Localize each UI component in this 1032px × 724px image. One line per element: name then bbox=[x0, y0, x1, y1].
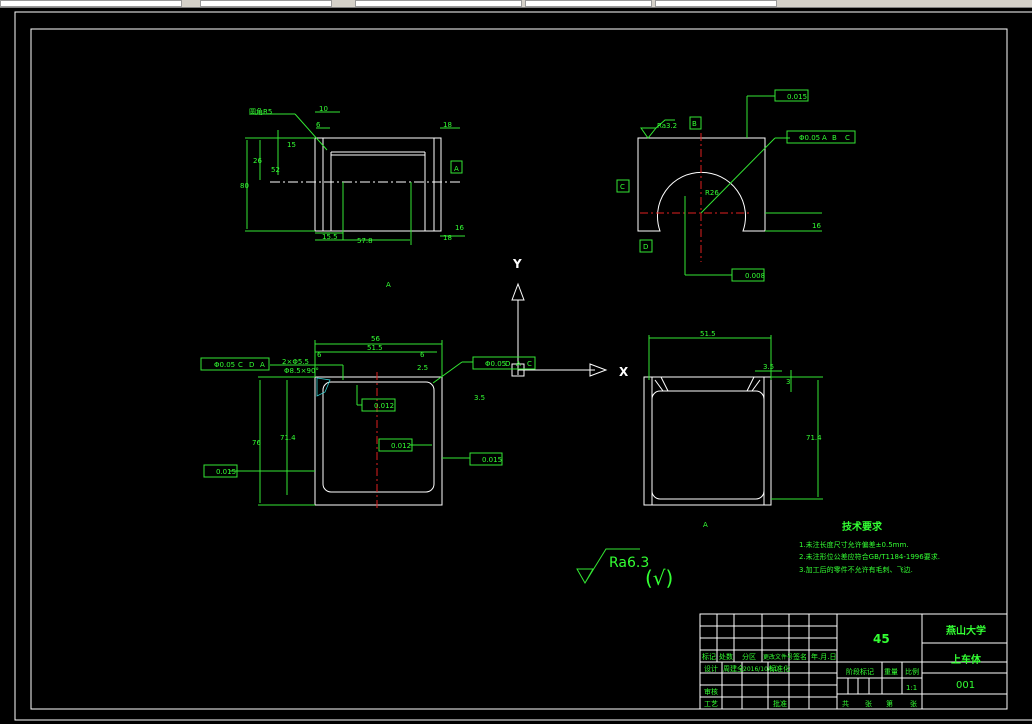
position-tolerance: Φ0.05 bbox=[214, 361, 235, 369]
title-block-cell: 标准化 bbox=[769, 664, 790, 673]
datum-ref: A bbox=[516, 360, 521, 368]
title-block: 标记 处数 分区 更改文件号 签名 年.月.日 设计 周建全 2016/10/1… bbox=[699, 613, 1008, 710]
hole-callout: 2×Φ5.5 bbox=[282, 358, 309, 366]
dim-label: 71.4 bbox=[806, 434, 822, 442]
scale-value: 1:1 bbox=[906, 684, 917, 692]
roughness-value: Ra6.3 bbox=[609, 555, 649, 571]
datum-label: D bbox=[643, 243, 648, 251]
title-block-cell: 年.月.日 bbox=[811, 652, 836, 661]
dim-label: 6 bbox=[420, 351, 425, 359]
flatness-tolerance: 0.015 bbox=[482, 456, 502, 464]
datum-ref: A bbox=[260, 361, 265, 369]
dim-label: 10 bbox=[319, 105, 328, 113]
circularity-tolerance: 0.008 bbox=[745, 272, 765, 280]
dim-label: 3.5 bbox=[474, 394, 485, 402]
view-label: A bbox=[703, 521, 708, 529]
tech-requirements: 技术要求 1.未注长度尺寸允许偏差±0.5mm. 2.未注形位公差应符合GB/T… bbox=[799, 520, 940, 574]
y-axis-label: Y bbox=[512, 257, 522, 271]
datum-ref: D bbox=[505, 360, 510, 368]
rear-view: 51.5 3.5 3 71.4 A bbox=[643, 330, 823, 529]
radius-label: R26 bbox=[705, 189, 719, 197]
title-block-cell: 批准 bbox=[773, 699, 787, 708]
title-block-cell: 阶段标记 bbox=[846, 667, 874, 676]
roughness-label: Ra3.2 bbox=[657, 122, 677, 130]
title-block-cell: 签名 bbox=[793, 652, 807, 661]
dim-label: 52 bbox=[271, 166, 280, 174]
tech-requirements-title: 技术要求 bbox=[842, 520, 883, 533]
position-tolerance: Φ0.05 bbox=[485, 360, 506, 368]
title-block-cell: 张 bbox=[910, 699, 917, 708]
dim-label: 15 bbox=[287, 141, 296, 149]
datum-ref: C bbox=[527, 360, 532, 368]
title-block-cell: 更改文件号 bbox=[763, 653, 793, 661]
surface-finish-symbol: Ra6.3 (√) bbox=[576, 548, 673, 590]
title-block-cell: 张 bbox=[865, 699, 872, 708]
fillet-note: 圆角R5 bbox=[249, 107, 272, 116]
designer-name: 周建全 bbox=[723, 664, 744, 673]
datum-ref: C bbox=[238, 361, 243, 369]
title-block-cell: 共 bbox=[842, 699, 849, 708]
flatness-tolerance: 0.012 bbox=[391, 442, 411, 450]
dim-label: 76 bbox=[252, 439, 261, 447]
dim-label: 16 bbox=[812, 222, 821, 230]
title-block-cell: 工艺 bbox=[704, 700, 718, 708]
x-axis-label: X bbox=[619, 365, 629, 379]
datum-ref: C bbox=[845, 134, 850, 142]
title-block-cell: 第 bbox=[886, 699, 893, 708]
title-block-cell: 处数 bbox=[719, 652, 733, 661]
dim-label: 80 bbox=[240, 182, 249, 190]
tech-requirement-item: 2.未注形位公差应符合GB/T1184-1996要求. bbox=[799, 552, 940, 561]
material: 45 bbox=[873, 632, 890, 646]
datum-label: A bbox=[454, 165, 459, 173]
cad-drawing-canvas[interactable]: 圆角R5 10 6 15 80 26 52 18 18 16 15.5 57.8… bbox=[0, 0, 1032, 724]
hole-callout: Φ8.5×90° bbox=[284, 367, 319, 375]
datum-label: C bbox=[620, 183, 625, 191]
dim-label: 2.5 bbox=[417, 364, 428, 372]
flatness-tolerance: 0.015 bbox=[787, 93, 807, 101]
dim-label: 3 bbox=[786, 378, 790, 386]
dim-label: 71.4 bbox=[280, 434, 296, 442]
top-view: 圆角R5 10 6 15 80 26 52 18 18 16 15.5 57.8… bbox=[240, 105, 465, 289]
dim-label: 3.5 bbox=[763, 363, 774, 371]
dim-label: 18 bbox=[443, 121, 452, 129]
datum-ref: D bbox=[249, 361, 254, 369]
part-name: 上车体 bbox=[951, 653, 982, 666]
position-tolerance: Φ0.05 bbox=[799, 134, 820, 142]
title-block-cell: 比例 bbox=[905, 667, 919, 676]
datum-ref: A bbox=[822, 134, 827, 142]
flatness-tolerance: 0.012 bbox=[374, 402, 394, 410]
view-label: A bbox=[386, 281, 391, 289]
title-block-cell: 设计 bbox=[704, 664, 718, 673]
title-block-cell: 重量 bbox=[884, 668, 898, 676]
dim-label: 51.5 bbox=[700, 330, 716, 338]
flatness-tolerance: 0.015 bbox=[216, 468, 236, 476]
datum-label: B bbox=[692, 120, 697, 128]
side-view: Ra3.2 B C D 0.015 Φ0.05 A B C 0.008 R26 … bbox=[616, 89, 856, 282]
school-name: 燕山大学 bbox=[946, 624, 986, 637]
front-view: 56 51.5 6 6 2.5 3.5 76 71.4 2×Φ5.5 Φ8.5×… bbox=[200, 335, 536, 510]
dim-label: 51.5 bbox=[367, 344, 383, 352]
dim-label: 26 bbox=[253, 157, 262, 165]
dim-label: 16 bbox=[455, 224, 464, 232]
drawing-number: 001 bbox=[956, 680, 975, 691]
dim-label: 6 bbox=[317, 351, 322, 359]
dim-label: 57.8 bbox=[357, 237, 373, 245]
dim-label: 15.5 bbox=[322, 233, 338, 241]
dim-label: 56 bbox=[371, 335, 380, 343]
dim-label: 6 bbox=[316, 121, 321, 129]
dim-label: 18 bbox=[443, 234, 452, 242]
tech-requirement-item: 3.加工后的零件不允许有毛刺、飞边. bbox=[799, 565, 913, 574]
title-block-cell: 审核 bbox=[704, 687, 718, 696]
title-block-cell: 分区 bbox=[742, 652, 756, 661]
title-block-cell: 标记 bbox=[702, 652, 716, 661]
roughness-other: (√) bbox=[645, 566, 673, 590]
datum-ref: B bbox=[832, 134, 837, 142]
tech-requirement-item: 1.未注长度尺寸允许偏差±0.5mm. bbox=[799, 540, 909, 549]
